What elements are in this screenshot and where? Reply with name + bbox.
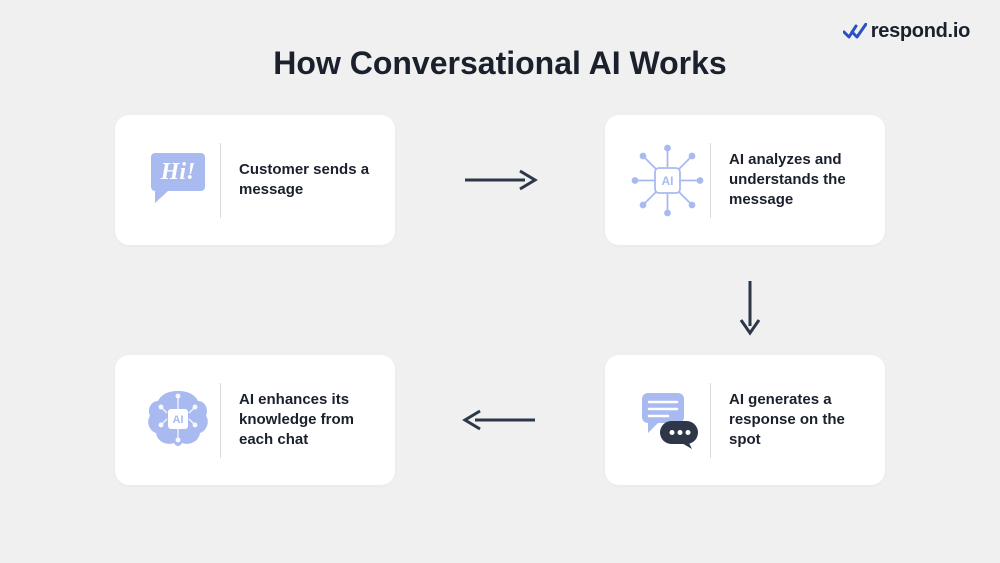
- brand-checkmark-icon: [843, 23, 867, 41]
- arrow-left-icon: [460, 405, 540, 440]
- step-label-4: AI enhances its knowledge from each chat: [221, 390, 375, 451]
- step-card-2: AI AI analyzes and understands the messa…: [605, 115, 885, 245]
- ai-brain-icon: AI: [135, 381, 220, 459]
- page-title: How Conversational AI Works: [0, 45, 1000, 82]
- step-label-1: Customer sends a message: [221, 160, 375, 201]
- ai-chip-icon: AI: [625, 143, 710, 218]
- svg-text:Hi!: Hi!: [159, 159, 195, 185]
- step-card-1: Hi! Customer sends a message: [115, 115, 395, 245]
- brand-text: respond.io: [871, 20, 970, 43]
- step-card-4: AI AI enhances its knowledge from each c…: [115, 355, 395, 485]
- step-label-2: AI analyzes and understands the message: [711, 150, 865, 211]
- speech-bubble-hi-icon: Hi!: [135, 145, 220, 215]
- step-label-3: AI generates a response on the spot: [711, 390, 865, 451]
- step-card-3: AI generates a response on the spot: [605, 355, 885, 485]
- svg-text:AI: AI: [172, 414, 183, 426]
- svg-text:AI: AI: [662, 174, 674, 188]
- arrow-right-icon: [460, 165, 540, 200]
- brand-logo: respond.io: [843, 20, 970, 43]
- arrow-down-icon: [735, 278, 765, 343]
- chat-bubbles-icon: [625, 383, 710, 458]
